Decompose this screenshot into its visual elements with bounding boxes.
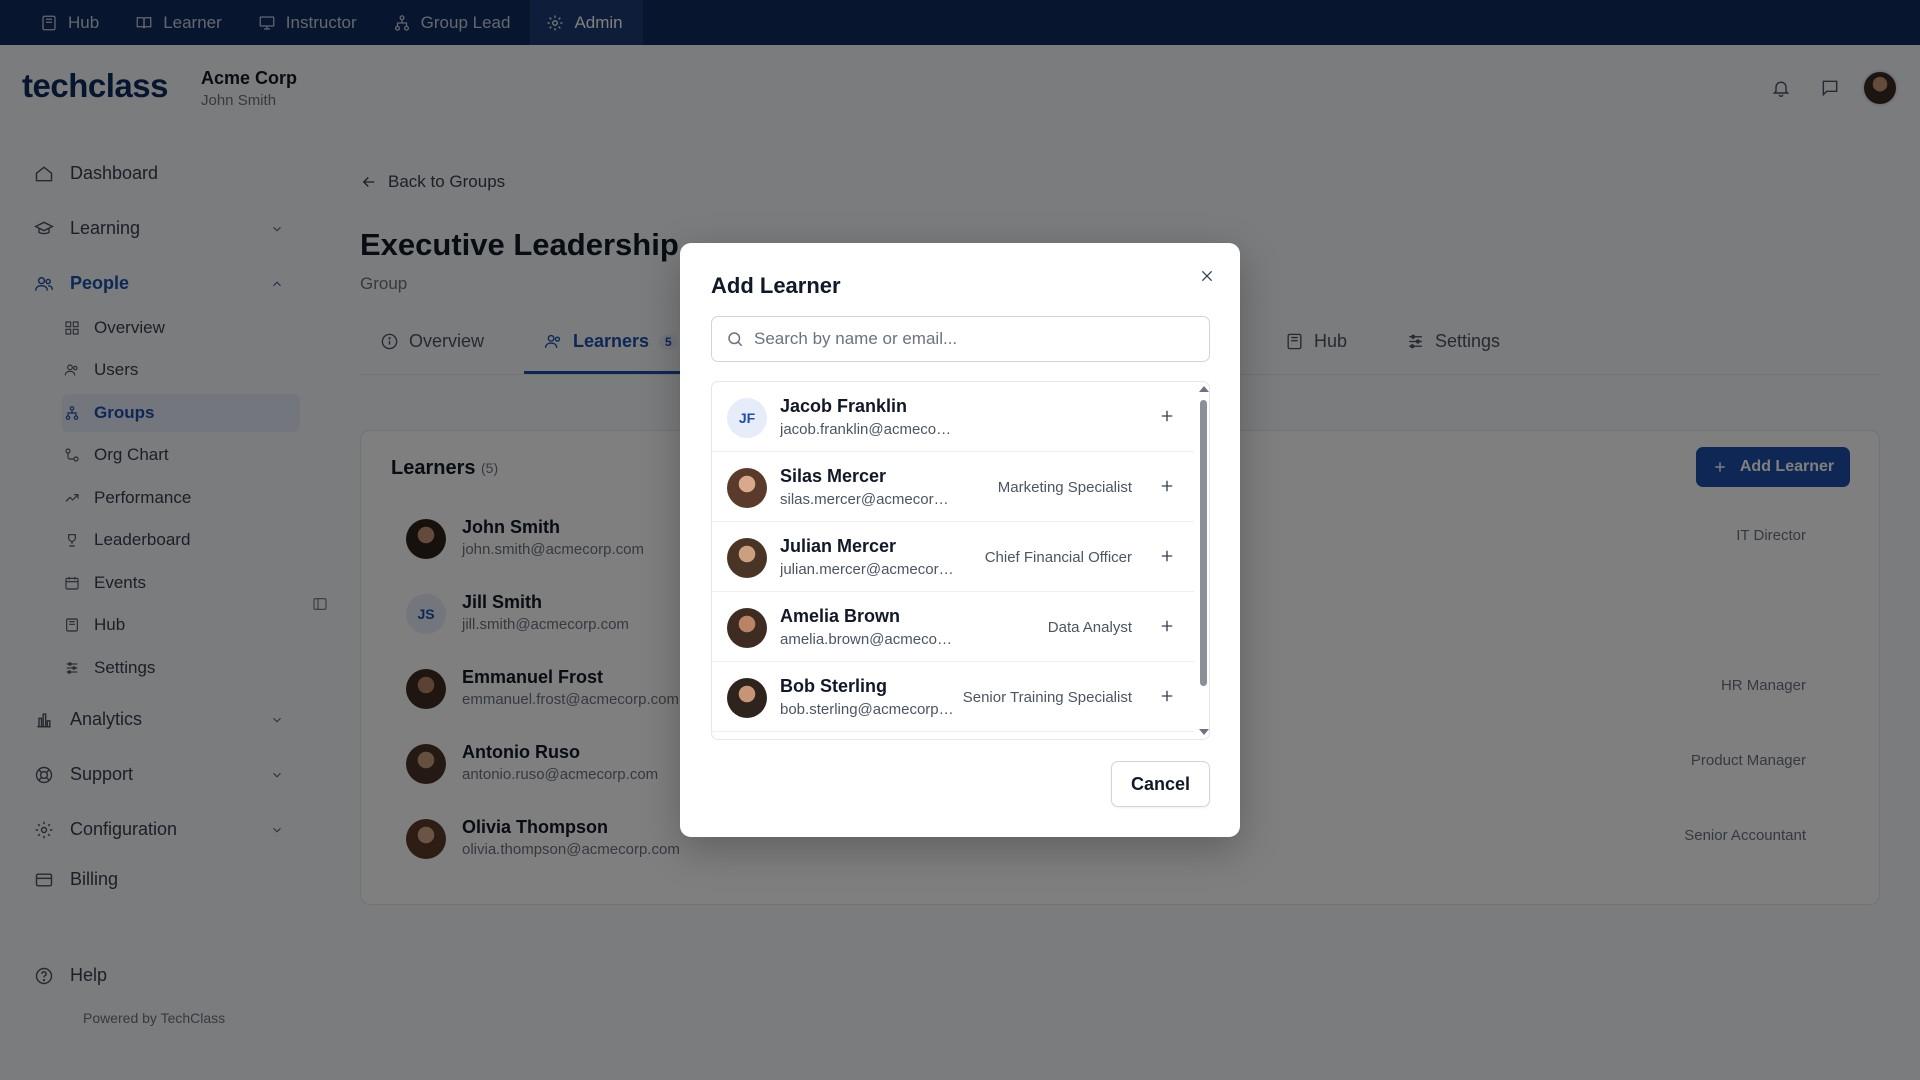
scroll-up-arrow-icon[interactable] xyxy=(1199,386,1209,392)
list-item[interactable]: Julian Mercer julian.mercer@acmecorp.com… xyxy=(712,522,1194,592)
close-icon xyxy=(1201,270,1213,282)
result-name: Silas Mercer xyxy=(780,466,887,486)
cancel-button[interactable]: Cancel xyxy=(1111,761,1210,807)
result-role: Marketing Specialist xyxy=(997,479,1132,496)
result-email: bob.sterling@acmecorp.com xyxy=(780,701,955,718)
avatar xyxy=(727,608,767,648)
plus-icon xyxy=(1161,550,1173,562)
avatar xyxy=(727,678,767,718)
add-result-button[interactable] xyxy=(1158,547,1176,565)
list-item[interactable]: Bob Sterling bob.sterling@acmecorp.com S… xyxy=(712,662,1194,732)
result-email: silas.mercer@acmecorp.com xyxy=(780,491,955,508)
add-result-button[interactable] xyxy=(1158,617,1176,635)
search-input[interactable] xyxy=(754,329,1194,349)
result-name: Amelia Brown xyxy=(780,606,901,626)
result-email: jacob.franklin@acmecorp.com xyxy=(780,421,955,438)
list-item[interactable]: Silas Mercer silas.mercer@acmecorp.com M… xyxy=(712,452,1194,522)
close-button[interactable] xyxy=(1196,265,1218,287)
search-field[interactable] xyxy=(711,316,1210,362)
scroll-down-arrow-icon[interactable] xyxy=(1199,729,1209,735)
avatar xyxy=(727,468,767,508)
list-item[interactable]: Amelia Brown amelia.brown@acmecorp.com D… xyxy=(712,592,1194,662)
learner-results-list: JF Jacob Franklin jacob.franklin@acmecor… xyxy=(711,381,1210,740)
add-result-button[interactable] xyxy=(1158,477,1176,495)
search-icon xyxy=(728,332,743,347)
plus-icon xyxy=(1161,620,1173,632)
result-role: Senior Training Specialist xyxy=(962,689,1132,706)
scrollbar[interactable] xyxy=(1196,382,1209,739)
result-role: Data Analyst xyxy=(1047,619,1132,636)
add-result-button[interactable] xyxy=(1158,687,1176,705)
avatar xyxy=(727,538,767,578)
plus-icon xyxy=(1161,410,1173,422)
avatar: JF xyxy=(727,398,767,438)
result-name: Bob Sterling xyxy=(780,676,887,696)
list-item[interactable]: JF Jacob Franklin jacob.franklin@acmecor… xyxy=(712,382,1194,452)
result-name: Julian Mercer xyxy=(780,536,897,556)
modal-title: Add Learner xyxy=(711,273,841,298)
result-email: amelia.brown@acmecorp.com xyxy=(780,631,955,648)
plus-icon xyxy=(1161,480,1173,492)
result-name: Jacob Franklin xyxy=(780,396,908,416)
plus-icon xyxy=(1161,690,1173,702)
scrollbar-thumb[interactable] xyxy=(1200,400,1207,686)
result-role: Chief Financial Officer xyxy=(984,549,1132,566)
add-result-button[interactable] xyxy=(1158,407,1176,425)
add-learner-modal: Add Learner JF Jacob Franklin jacob.fran… xyxy=(680,243,1240,837)
result-email: julian.mercer@acmecorp.com xyxy=(780,561,955,578)
